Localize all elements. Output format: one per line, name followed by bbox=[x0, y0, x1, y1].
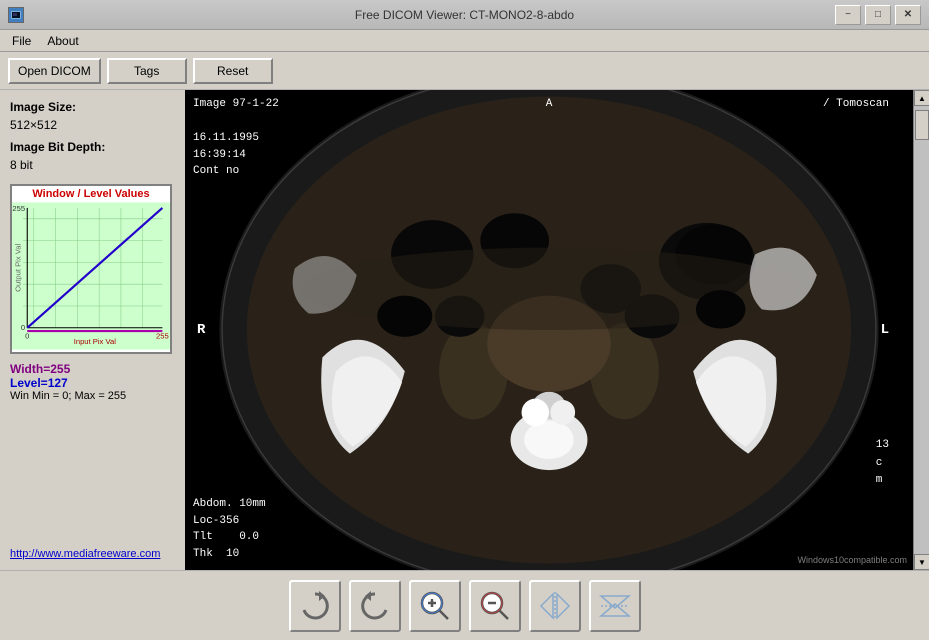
image-scrollbar[interactable]: ▲ ▼ bbox=[913, 90, 929, 570]
scroll-up-button[interactable]: ▲ bbox=[914, 90, 929, 106]
window-title: Free DICOM Viewer: CT-MONO2-8-abdo bbox=[355, 8, 574, 22]
image-bit-depth-label: Image Bit Depth: bbox=[10, 140, 175, 154]
main-content: Image Size: 512×512 Image Bit Depth: 8 b… bbox=[0, 90, 929, 570]
rotate-ccw-button[interactable] bbox=[349, 580, 401, 632]
flip-h-button[interactable] bbox=[529, 580, 581, 632]
scroll-track[interactable] bbox=[914, 106, 929, 554]
zoom-out-button[interactable] bbox=[469, 580, 521, 632]
app-icon-area bbox=[8, 7, 24, 23]
watermark: Windows10compatible.com bbox=[797, 555, 907, 565]
svg-text:255: 255 bbox=[156, 332, 169, 341]
scroll-down-button[interactable]: ▼ bbox=[914, 554, 929, 570]
close-button[interactable]: ✕ bbox=[895, 5, 921, 25]
image-size-value: 512×512 bbox=[10, 118, 175, 132]
image-bit-depth-value: 8 bit bbox=[10, 158, 175, 172]
svg-text:Input Pix Val: Input Pix Val bbox=[74, 337, 116, 346]
ct-scan-image bbox=[185, 90, 913, 570]
svg-text:0: 0 bbox=[25, 332, 29, 341]
wl-chart-area: Output Pix Val Input Pix Val 255 0 0 255 bbox=[12, 202, 170, 350]
zoom-in-button[interactable] bbox=[409, 580, 461, 632]
wl-chart-title: Window / Level Values bbox=[12, 186, 170, 202]
menu-about[interactable]: About bbox=[39, 32, 86, 50]
menu-bar: File About bbox=[0, 30, 929, 52]
reset-button[interactable]: Reset bbox=[193, 58, 273, 84]
scroll-thumb[interactable] bbox=[915, 110, 929, 140]
toolbar: Open DICOM Tags Reset bbox=[0, 52, 929, 90]
svg-text:255: 255 bbox=[12, 204, 25, 213]
wl-width: Width=255 bbox=[10, 362, 175, 376]
svg-text:Output Pix Val: Output Pix Val bbox=[14, 243, 23, 291]
minimize-button[interactable]: − bbox=[835, 5, 861, 25]
window-controls: − □ ✕ bbox=[835, 5, 921, 25]
left-panel: Image Size: 512×512 Image Bit Depth: 8 b… bbox=[0, 90, 185, 570]
tags-button[interactable]: Tags bbox=[107, 58, 187, 84]
app-icon bbox=[8, 7, 24, 23]
bottom-toolbar bbox=[0, 570, 929, 640]
image-size-label: Image Size: bbox=[10, 100, 175, 114]
open-dicom-button[interactable]: Open DICOM bbox=[8, 58, 101, 84]
svg-text:0: 0 bbox=[21, 323, 25, 332]
wl-minmax: Win Min = 0; Max = 255 bbox=[10, 390, 175, 402]
maximize-button[interactable]: □ bbox=[865, 5, 891, 25]
website-link[interactable]: http://www.mediafreeware.com bbox=[10, 548, 175, 560]
image-panel[interactable]: Image 97-1-22 A / Tomoscan 16.11.199516:… bbox=[185, 90, 913, 570]
wl-level: Level=127 bbox=[10, 376, 175, 390]
menu-file[interactable]: File bbox=[4, 32, 39, 50]
rotate-cw-button[interactable] bbox=[289, 580, 341, 632]
wl-values: Width=255 Level=127 Win Min = 0; Max = 2… bbox=[10, 362, 175, 402]
flip-v-button[interactable] bbox=[589, 580, 641, 632]
title-bar: Free DICOM Viewer: CT-MONO2-8-abdo − □ ✕ bbox=[0, 0, 929, 30]
wl-chart[interactable]: Window / Level Values bbox=[10, 184, 172, 354]
